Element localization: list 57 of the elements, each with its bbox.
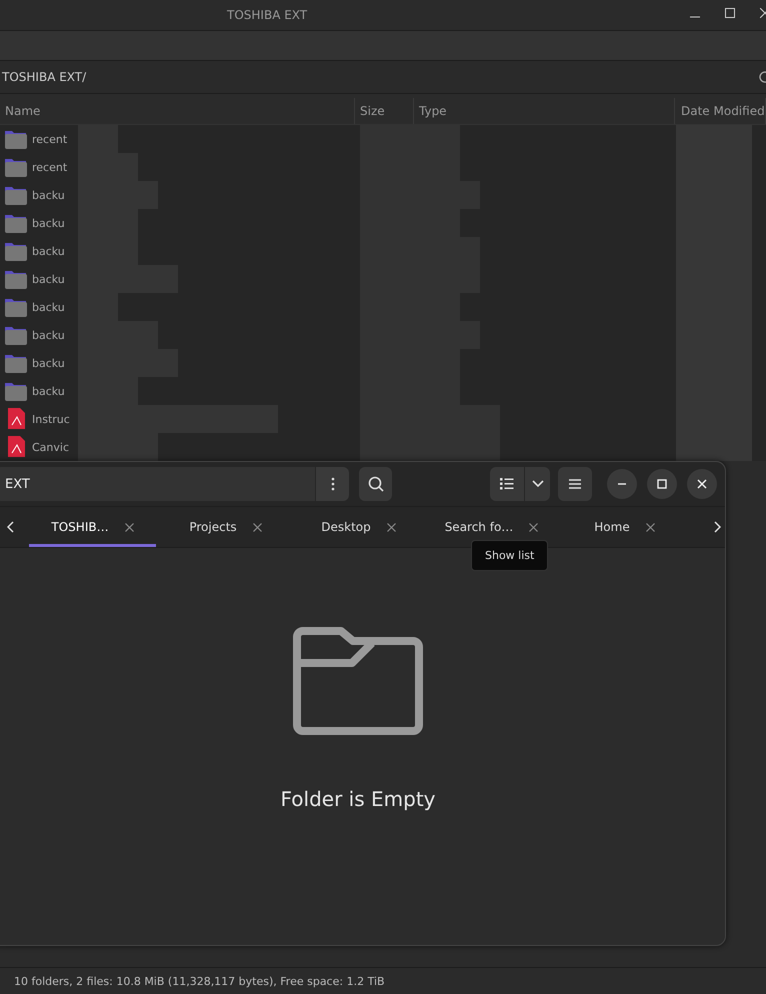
folder-icon <box>4 185 27 205</box>
folder-icon <box>4 297 27 317</box>
file-name[interactable]: backu <box>32 244 65 258</box>
search-icon <box>368 476 384 492</box>
kebab-icon <box>330 477 334 491</box>
tab[interactable]: Desktop <box>295 507 422 547</box>
file-name[interactable]: backu <box>32 384 65 398</box>
folder-icon <box>4 129 27 149</box>
column-header[interactable]: Name <box>0 98 355 124</box>
window-title: TOSHIBA EXT <box>227 8 308 22</box>
file-name[interactable]: recent <box>32 160 68 174</box>
tooltip: Show list <box>471 540 548 571</box>
folder-icon <box>4 269 27 289</box>
close-icon[interactable] <box>252 522 262 532</box>
chevron-right-icon[interactable] <box>713 521 721 533</box>
minimize-icon[interactable] <box>690 16 700 18</box>
column-header[interactable]: Type <box>414 98 675 124</box>
folder-icon <box>4 241 27 261</box>
view-dropdown-button[interactable] <box>525 467 550 501</box>
folder-icon <box>4 213 27 233</box>
menu-button[interactable] <box>558 467 592 501</box>
list-icon <box>500 478 514 490</box>
file-name[interactable]: backu <box>32 272 65 286</box>
status-text: 10 folders, 2 files: 10.8 MiB (11,328,117 bytes), Free space: 1.2 TiB <box>14 974 385 988</box>
close-icon[interactable] <box>386 522 396 532</box>
chevron-down-icon <box>532 480 544 488</box>
column-header[interactable]: Date Modified <box>675 98 766 124</box>
chevron-left-icon[interactable] <box>7 521 15 533</box>
list-view-button[interactable] <box>490 467 524 501</box>
maximize-button[interactable] <box>647 469 677 499</box>
folder-icon <box>4 353 27 373</box>
empty-message: Folder is Empty <box>280 786 436 810</box>
menu-icon <box>569 479 581 489</box>
maximize-icon <box>657 479 667 489</box>
file-name[interactable]: backu <box>32 216 65 230</box>
search-button[interactable] <box>359 467 392 501</box>
close-icon <box>697 479 707 489</box>
close-icon[interactable] <box>529 522 538 532</box>
tab[interactable]: Home <box>561 507 688 547</box>
close-icon[interactable] <box>124 522 134 532</box>
close-icon[interactable] <box>646 522 655 532</box>
file-name[interactable]: recent <box>32 132 68 146</box>
close-button[interactable] <box>687 469 717 499</box>
file-name[interactable]: backu <box>32 300 65 314</box>
maximize-icon[interactable] <box>725 8 735 18</box>
folder-icon <box>4 157 27 177</box>
column-header[interactable]: Size <box>355 98 414 124</box>
minimize-icon <box>617 483 627 485</box>
folder-icon <box>4 325 27 345</box>
tab[interactable]: Projects <box>162 507 289 547</box>
file-name[interactable]: backu <box>32 328 65 342</box>
file-name[interactable]: Canvic <box>32 440 70 454</box>
path-field[interactable]: EXT <box>0 467 315 501</box>
folder-icon <box>4 381 27 401</box>
file-name[interactable]: backu <box>32 188 65 202</box>
file-name[interactable]: backu <box>32 356 65 370</box>
file-name[interactable]: Instruc <box>32 412 70 426</box>
